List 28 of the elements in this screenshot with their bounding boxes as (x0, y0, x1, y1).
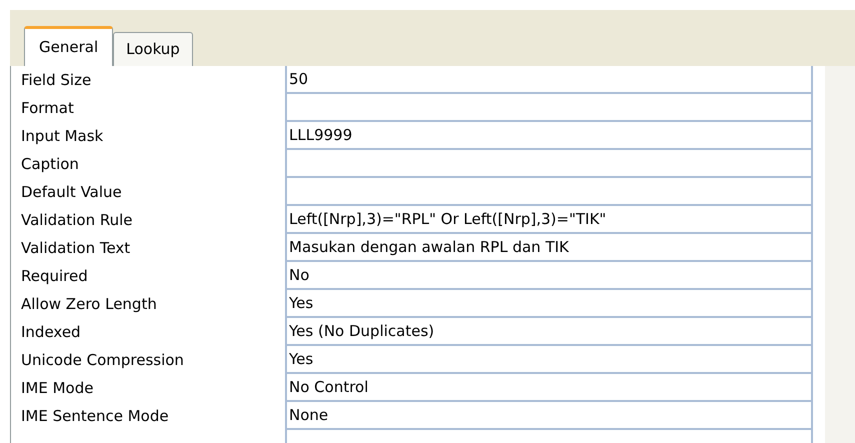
property-label: Field Size (21, 71, 92, 89)
property-value-field[interactable] (285, 178, 813, 206)
property-value-field[interactable] (285, 150, 813, 178)
property-label: Indexed (21, 323, 81, 341)
property-label: Allow Zero Length (21, 295, 157, 313)
property-value-field[interactable]: None (285, 402, 813, 430)
property-label: Required (21, 267, 88, 285)
property-value-field[interactable]: LLL9999 (285, 122, 813, 150)
property-label: Validation Text (21, 239, 130, 257)
property-value-field[interactable]: Masukan dengan awalan RPL dan TIK (285, 234, 813, 262)
property-value-field[interactable] (285, 94, 813, 122)
property-value-field[interactable]: Yes (285, 346, 813, 374)
tab[interactable]: General (24, 26, 114, 66)
property-value-field[interactable]: 50 (285, 66, 813, 94)
property-value-field[interactable]: Left([Nrp],3)="RPL" Or Left([Nrp],3)="TIK" (285, 206, 813, 234)
property-value-field[interactable]: No Control (285, 374, 813, 402)
property-label: Format (21, 99, 74, 117)
property-label: Input Mask (21, 127, 104, 145)
property-label: Caption (21, 155, 79, 173)
property-value-field[interactable]: Yes (285, 290, 813, 318)
property-label: Validation Rule (21, 211, 132, 229)
property-label: IME Sentence Mode (21, 407, 169, 425)
property-value-field[interactable]: Yes (No Duplicates) (285, 318, 813, 346)
property-label: Default Value (21, 183, 122, 201)
tab[interactable]: Lookup (113, 32, 193, 66)
property-label: IME Mode (21, 379, 94, 397)
property-label: Unicode Compression (21, 351, 184, 369)
property-value-field[interactable]: No (285, 262, 813, 290)
